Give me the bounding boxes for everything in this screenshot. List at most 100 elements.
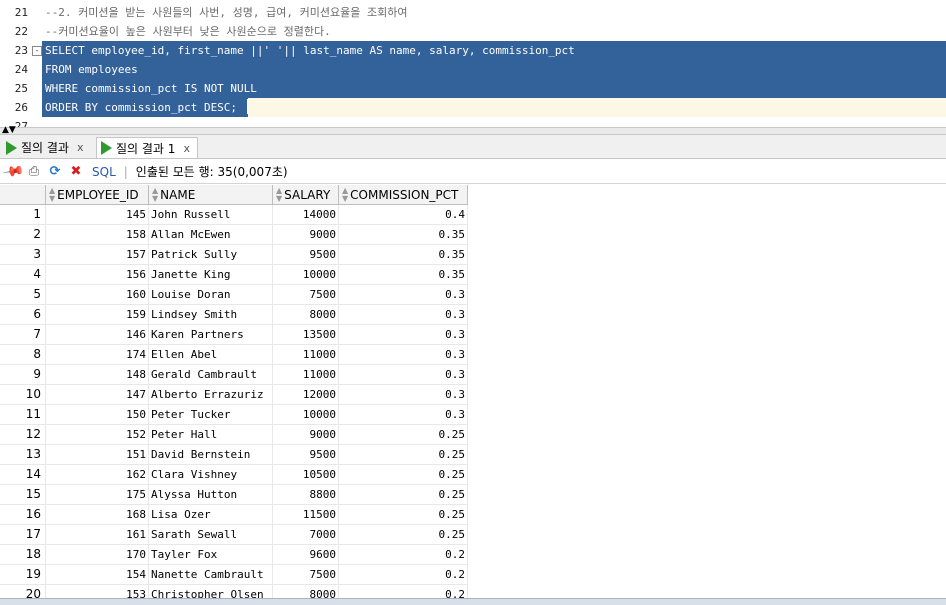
cell-employee-id[interactable]: 161: [46, 525, 149, 545]
cell-employee-id[interactable]: 152: [46, 425, 149, 445]
table-row[interactable]: 10 147 Alberto Errazuriz 12000 0.3: [0, 385, 468, 405]
cell-employee-id[interactable]: 160: [46, 285, 149, 305]
cell-name[interactable]: Clara Vishney: [149, 465, 273, 485]
cell-salary[interactable]: 9500: [273, 245, 339, 265]
cell-name[interactable]: Allan McEwen: [149, 225, 273, 245]
table-row[interactable]: 17 161 Sarath Sewall 7000 0.25: [0, 525, 468, 545]
cell-commission-pct[interactable]: 0.25: [339, 525, 468, 545]
table-row[interactable]: 15 175 Alyssa Hutton 8800 0.25: [0, 485, 468, 505]
table-row[interactable]: 5 160 Louise Doran 7500 0.3: [0, 285, 468, 305]
cell-employee-id[interactable]: 150: [46, 405, 149, 425]
sql-editor[interactable]: 21 --2. 커미션을 받는 사원들의 사번, 성명, 급여, 커미션요율을 조…: [0, 0, 946, 127]
table-row[interactable]: 9 148 Gerald Cambrault 11000 0.3: [0, 365, 468, 385]
cell-commission-pct[interactable]: 0.2: [339, 545, 468, 565]
cell-employee-id[interactable]: 175: [46, 485, 149, 505]
table-row[interactable]: 7 146 Karen Partners 13500 0.3: [0, 325, 468, 345]
cell-commission-pct[interactable]: 0.2: [339, 565, 468, 585]
pin-icon[interactable]: 📌: [1, 160, 24, 183]
tab-query-result-1[interactable]: 질의 결과 1 x: [96, 137, 198, 158]
cell-name[interactable]: Nanette Cambrault: [149, 565, 273, 585]
panel-splitter[interactable]: ▲▼: [0, 126, 946, 135]
cell-commission-pct[interactable]: 0.3: [339, 365, 468, 385]
fold-toggle-icon[interactable]: -: [32, 46, 42, 56]
cell-name[interactable]: Louise Doran: [149, 285, 273, 305]
cell-name[interactable]: Peter Hall: [149, 425, 273, 445]
cell-employee-id[interactable]: 162: [46, 465, 149, 485]
cell-salary[interactable]: 10000: [273, 405, 339, 425]
cell-employee-id[interactable]: 174: [46, 345, 149, 365]
column-header-salary[interactable]: ▲ ▼ SALARY: [273, 185, 339, 205]
sort-icon[interactable]: ▲ ▼: [152, 186, 158, 203]
code-line[interactable]: 22 --커미션요율이 높은 사원부터 낮은 사원순으로 정렬한다.: [0, 22, 946, 41]
table-row[interactable]: 4 156 Janette King 10000 0.35: [0, 265, 468, 285]
cell-commission-pct[interactable]: 0.4: [339, 205, 468, 225]
cell-salary[interactable]: 9500: [273, 445, 339, 465]
cell-commission-pct[interactable]: 0.25: [339, 445, 468, 465]
code-line[interactable]: 25 WHERE commission_pct IS NOT NULL: [0, 79, 946, 98]
cell-name[interactable]: Alberto Errazuriz: [149, 385, 273, 405]
table-row[interactable]: 13 151 David Bernstein 9500 0.25: [0, 445, 468, 465]
table-row[interactable]: 6 159 Lindsey Smith 8000 0.3: [0, 305, 468, 325]
cell-salary[interactable]: 8800: [273, 485, 339, 505]
cell-name[interactable]: Sarath Sewall: [149, 525, 273, 545]
close-icon[interactable]: x: [183, 142, 190, 155]
sort-icon[interactable]: ▲ ▼: [276, 186, 282, 203]
cell-commission-pct[interactable]: 0.3: [339, 405, 468, 425]
sql-button[interactable]: SQL: [92, 165, 116, 179]
cell-salary[interactable]: 7000: [273, 525, 339, 545]
cell-name[interactable]: Lindsey Smith: [149, 305, 273, 325]
table-row[interactable]: 19 154 Nanette Cambrault 7500 0.2: [0, 565, 468, 585]
cell-commission-pct[interactable]: 0.25: [339, 425, 468, 445]
cell-employee-id[interactable]: 145: [46, 205, 149, 225]
result-grid[interactable]: ▲ ▼ EMPLOYEE_ID ▲ ▼ NAME ▲ ▼ SALARY ▲ ▼ COMM…: [0, 185, 946, 604]
cell-salary[interactable]: 11000: [273, 365, 339, 385]
cell-employee-id[interactable]: 156: [46, 265, 149, 285]
cell-employee-id[interactable]: 146: [46, 325, 149, 345]
table-row[interactable]: 14 162 Clara Vishney 10500 0.25: [0, 465, 468, 485]
cell-commission-pct[interactable]: 0.3: [339, 345, 468, 365]
cell-name[interactable]: David Bernstein: [149, 445, 273, 465]
cell-commission-pct[interactable]: 0.35: [339, 265, 468, 285]
cell-employee-id[interactable]: 148: [46, 365, 149, 385]
print-icon[interactable]: ⎙: [26, 164, 42, 180]
cell-salary[interactable]: 7500: [273, 285, 339, 305]
cell-employee-id[interactable]: 170: [46, 545, 149, 565]
cell-employee-id[interactable]: 154: [46, 565, 149, 585]
table-row[interactable]: 18 170 Tayler Fox 9600 0.2: [0, 545, 468, 565]
cell-name[interactable]: Ellen Abel: [149, 345, 273, 365]
cell-employee-id[interactable]: 151: [46, 445, 149, 465]
table-row[interactable]: 1 145 John Russell 14000 0.4: [0, 205, 468, 225]
cell-commission-pct[interactable]: 0.3: [339, 325, 468, 345]
cell-commission-pct[interactable]: 0.35: [339, 245, 468, 265]
cell-salary[interactable]: 10500: [273, 465, 339, 485]
code-line[interactable]: 26 ORDER BY commission_pct DESC;: [0, 98, 946, 117]
cell-salary[interactable]: 10000: [273, 265, 339, 285]
cell-name[interactable]: Karen Partners: [149, 325, 273, 345]
table-row[interactable]: 16 168 Lisa Ozer 11500 0.25: [0, 505, 468, 525]
cell-commission-pct[interactable]: 0.3: [339, 385, 468, 405]
cell-salary[interactable]: 8000: [273, 305, 339, 325]
cell-salary[interactable]: 11500: [273, 505, 339, 525]
column-header-employee-id[interactable]: ▲ ▼ EMPLOYEE_ID: [46, 185, 149, 205]
delete-icon[interactable]: ✖: [68, 164, 84, 180]
sort-icon[interactable]: ▲ ▼: [49, 186, 55, 203]
cell-salary[interactable]: 11000: [273, 345, 339, 365]
code-line[interactable]: 24 FROM employees: [0, 60, 946, 79]
cell-employee-id[interactable]: 158: [46, 225, 149, 245]
tab-query-result[interactable]: 질의 결과 x: [2, 137, 94, 158]
cell-salary[interactable]: 9600: [273, 545, 339, 565]
code-line[interactable]: 27: [0, 117, 946, 127]
cell-name[interactable]: Gerald Cambrault: [149, 365, 273, 385]
cell-salary[interactable]: 13500: [273, 325, 339, 345]
cell-name[interactable]: Tayler Fox: [149, 545, 273, 565]
table-row[interactable]: 12 152 Peter Hall 9000 0.25: [0, 425, 468, 445]
cell-commission-pct[interactable]: 0.3: [339, 285, 468, 305]
table-row[interactable]: 3 157 Patrick Sully 9500 0.35: [0, 245, 468, 265]
cell-salary[interactable]: 14000: [273, 205, 339, 225]
cell-commission-pct[interactable]: 0.35: [339, 225, 468, 245]
table-row[interactable]: 8 174 Ellen Abel 11000 0.3: [0, 345, 468, 365]
code-line[interactable]: 21 --2. 커미션을 받는 사원들의 사번, 성명, 급여, 커미션요율을 조…: [0, 3, 946, 22]
cell-employee-id[interactable]: 168: [46, 505, 149, 525]
cell-employee-id[interactable]: 157: [46, 245, 149, 265]
column-header-commission-pct[interactable]: ▲ ▼ COMMISSION_PCT: [339, 185, 468, 205]
